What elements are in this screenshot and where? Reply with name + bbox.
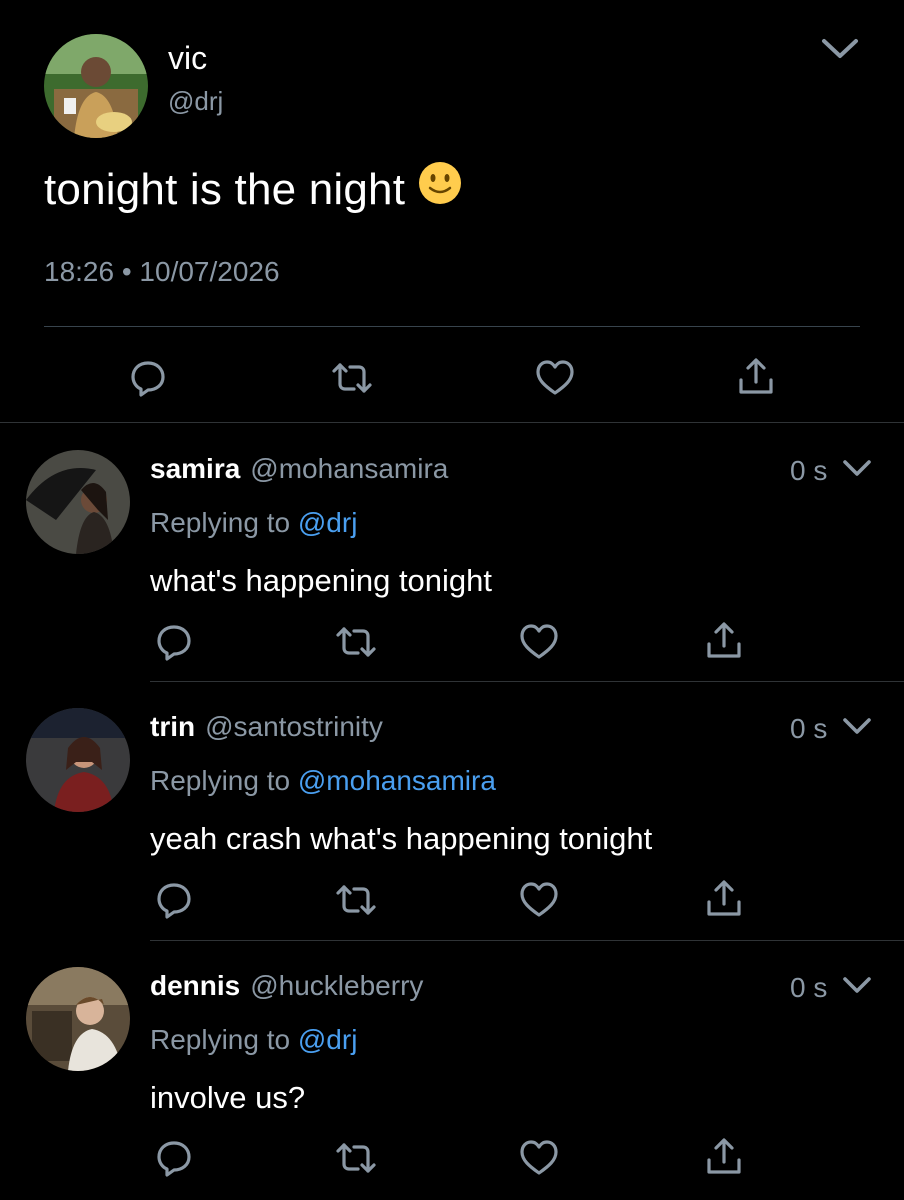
reply-icon[interactable]	[154, 622, 194, 662]
chevron-down-icon[interactable]	[820, 36, 860, 62]
chevron-down-icon[interactable]	[842, 975, 872, 995]
reply-author-name[interactable]: dennis	[150, 970, 240, 1001]
replying-to: Replying to @drj	[150, 1024, 357, 1056]
reply-time: 0 s	[790, 972, 828, 1003]
author-handle[interactable]: @drj	[168, 86, 223, 117]
reply-avatar[interactable]	[26, 450, 130, 554]
divider	[150, 681, 904, 682]
share-icon[interactable]	[704, 620, 744, 662]
replying-to: Replying to @mohansamira	[150, 765, 496, 797]
reply-icon[interactable]	[154, 1138, 194, 1178]
share-icon[interactable]	[704, 1136, 744, 1178]
reply-avatar[interactable]	[26, 967, 130, 1071]
like-icon[interactable]	[518, 622, 560, 662]
author-name[interactable]: vic	[168, 40, 207, 77]
divider	[150, 940, 904, 941]
tweet-text-content: tonight is the night	[44, 165, 406, 215]
like-icon[interactable]	[518, 1138, 560, 1178]
reply-author-handle[interactable]: @huckleberry	[250, 970, 423, 1001]
reply-text: what's happening tonight	[150, 563, 493, 598]
replying-to-handle[interactable]: @drj	[298, 1024, 358, 1055]
author-avatar[interactable]	[44, 34, 148, 138]
retweet-icon[interactable]	[334, 880, 378, 920]
like-icon[interactable]	[518, 880, 560, 920]
reply-icon[interactable]	[128, 358, 168, 398]
reply-text: involve us?	[150, 1080, 306, 1115]
reply-author-handle[interactable]: @mohansamira	[250, 453, 448, 484]
replying-to-label: Replying to	[150, 765, 291, 796]
replying-to-handle[interactable]: @mohansamira	[298, 765, 496, 796]
like-icon[interactable]	[534, 358, 576, 398]
tweet-timestamp[interactable]: 18:26 • 10/07/2026	[44, 256, 280, 288]
replying-to: Replying to @drj	[150, 507, 357, 539]
retweet-icon[interactable]	[334, 622, 378, 662]
replying-to-label: Replying to	[150, 1024, 291, 1055]
reply-time: 0 s	[790, 455, 828, 486]
share-icon[interactable]	[704, 878, 744, 920]
replying-to-handle[interactable]: @drj	[298, 507, 358, 538]
chevron-down-icon[interactable]	[842, 458, 872, 478]
reply-author-name[interactable]: trin	[150, 711, 195, 742]
chevron-down-icon[interactable]	[842, 716, 872, 736]
reply-header: dennis @huckleberry	[150, 970, 423, 1002]
reply-header: samira @mohansamira	[150, 453, 448, 485]
reply-avatar[interactable]	[26, 708, 130, 812]
share-icon[interactable]	[736, 356, 776, 398]
slightly-smiling-face-icon	[417, 160, 463, 217]
retweet-icon[interactable]	[334, 1138, 378, 1178]
divider	[0, 422, 904, 423]
divider	[44, 326, 860, 327]
reply-header: trin @santostrinity	[150, 711, 383, 743]
reply-icon[interactable]	[154, 880, 194, 920]
retweet-icon[interactable]	[330, 358, 374, 398]
reply-time: 0 s	[790, 713, 828, 744]
reply-author-handle[interactable]: @santostrinity	[205, 711, 383, 742]
reply-author-name[interactable]: samira	[150, 453, 240, 484]
replying-to-label: Replying to	[150, 507, 291, 538]
reply-text: yeah crash what's happening tonight	[150, 821, 653, 856]
tweet-text: tonight is the night	[44, 162, 463, 221]
